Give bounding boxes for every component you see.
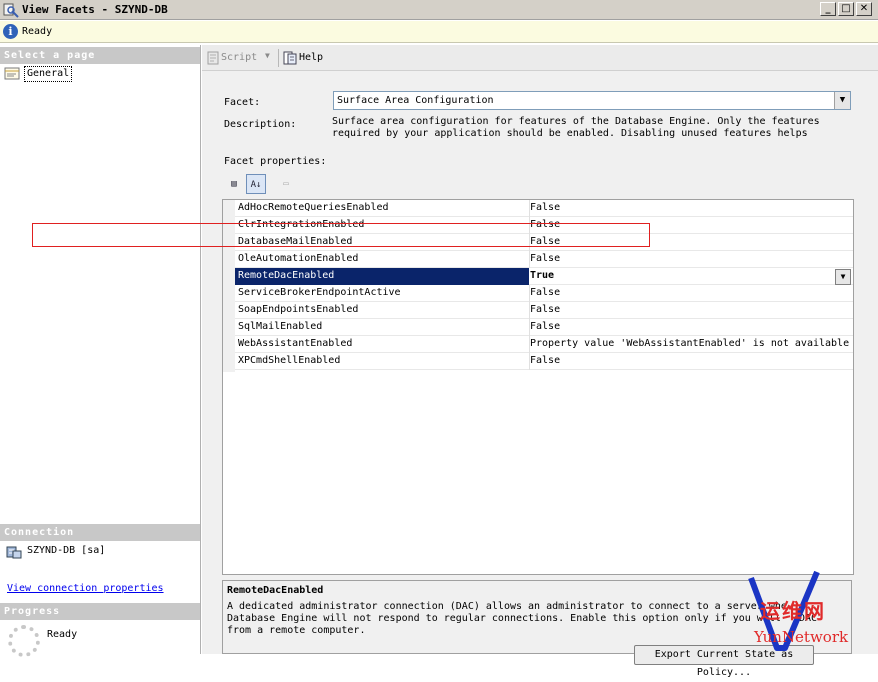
facets-app-icon [3, 3, 19, 18]
facet-select-value: Surface Area Configuration [337, 95, 494, 106]
watermark-english: YunNetwork [754, 628, 849, 646]
script-button[interactable]: Script [221, 52, 257, 63]
facet-properties-label: Facet properties: [224, 156, 327, 167]
progress-status: Ready [47, 629, 78, 640]
property-name: ServiceBrokerEndpointActive [238, 287, 401, 298]
description-label: Description: [224, 119, 297, 130]
progress-spinner-icon [8, 625, 40, 657]
property-value: False [530, 321, 561, 332]
page-item-label: General [24, 66, 73, 82]
property-pages-icon[interactable]: ▭ [276, 174, 296, 194]
property-value: False [530, 202, 561, 213]
facet-description-line: Surface area configuration for features … [332, 116, 820, 127]
connection-header: Connection [0, 524, 200, 541]
highlight-box [32, 223, 650, 247]
property-row-selected[interactable]: RemoteDacEnabled True ▼ [235, 268, 853, 285]
title-bar: View Facets - SZYND-DB _ □ ✕ [0, 0, 878, 20]
help-icon [283, 51, 297, 65]
property-row[interactable]: AdHocRemoteQueriesEnabled False [235, 200, 853, 217]
server-icon [6, 546, 22, 559]
property-value: True [530, 270, 555, 281]
property-name: XPCmdShellEnabled [238, 355, 341, 366]
value-dropdown-icon[interactable]: ▼ [835, 269, 851, 285]
property-description-title: RemoteDacEnabled [227, 585, 324, 596]
categorized-view-icon[interactable]: ▤ [224, 174, 244, 194]
right-pane: Script ▼ Help Facet: Surface Area Config… [202, 45, 878, 678]
watermark-chinese: 运维网 [760, 599, 826, 623]
page-icon [4, 67, 20, 80]
facet-description: Surface area configuration for features … [332, 116, 832, 140]
facet-dropdown-icon[interactable]: ▼ [834, 92, 850, 109]
left-pane: Select a page General Connection SZYND-D… [0, 45, 201, 657]
property-row[interactable]: SqlMailEnabled False [235, 319, 853, 336]
status-bar: i Ready [0, 21, 878, 43]
help-button[interactable]: Help [299, 52, 323, 63]
progress-header: Progress [0, 603, 200, 620]
property-row[interactable]: ServiceBrokerEndpointActive False [235, 285, 853, 302]
property-value: Property value 'WebAssistantEnabled' is … [530, 338, 850, 349]
info-icon: i [3, 24, 18, 39]
property-grid: AdHocRemoteQueriesEnabled False ClrInteg… [222, 199, 854, 575]
property-value: False [530, 253, 561, 264]
script-dropdown-arrow-icon[interactable]: ▼ [265, 51, 270, 60]
property-value: False [530, 355, 561, 366]
select-page-header: Select a page [0, 47, 200, 64]
property-value: False [530, 287, 561, 298]
maximize-button[interactable]: □ [838, 2, 854, 16]
minimize-button[interactable]: _ [820, 2, 836, 16]
property-name: OleAutomationEnabled [238, 253, 359, 264]
property-name: WebAssistantEnabled [238, 338, 353, 349]
connection-server: SZYND-DB [sa] [27, 545, 106, 556]
property-row[interactable]: OleAutomationEnabled False [235, 251, 853, 268]
property-name: RemoteDacEnabled [238, 270, 335, 281]
script-icon [207, 51, 219, 65]
property-row[interactable]: XPCmdShellEnabled False [235, 353, 853, 370]
toolbar: Script ▼ Help [202, 45, 878, 71]
facet-description-line: required by your application should be e… [332, 128, 808, 139]
close-button[interactable]: ✕ [856, 2, 872, 16]
property-name: SqlMailEnabled [238, 321, 323, 332]
facet-label: Facet: [224, 97, 261, 108]
property-name: AdHocRemoteQueriesEnabled [238, 202, 389, 213]
view-connection-properties-link[interactable]: View connection properties [7, 583, 164, 594]
facet-select[interactable]: Surface Area Configuration ▼ [333, 91, 851, 110]
property-row[interactable]: WebAssistantEnabled Property value 'WebA… [235, 336, 853, 353]
property-value: False [530, 304, 561, 315]
window-title: View Facets - SZYND-DB [22, 3, 168, 16]
property-name: SoapEndpointsEnabled [238, 304, 359, 315]
property-row[interactable]: SoapEndpointsEnabled False [235, 302, 853, 319]
toolbar-separator [278, 49, 279, 67]
property-grid-toolbar: ▤ A↓ ▭ [224, 174, 304, 196]
status-text: Ready [22, 26, 53, 37]
alphabetical-sort-icon[interactable]: A↓ [246, 174, 266, 194]
